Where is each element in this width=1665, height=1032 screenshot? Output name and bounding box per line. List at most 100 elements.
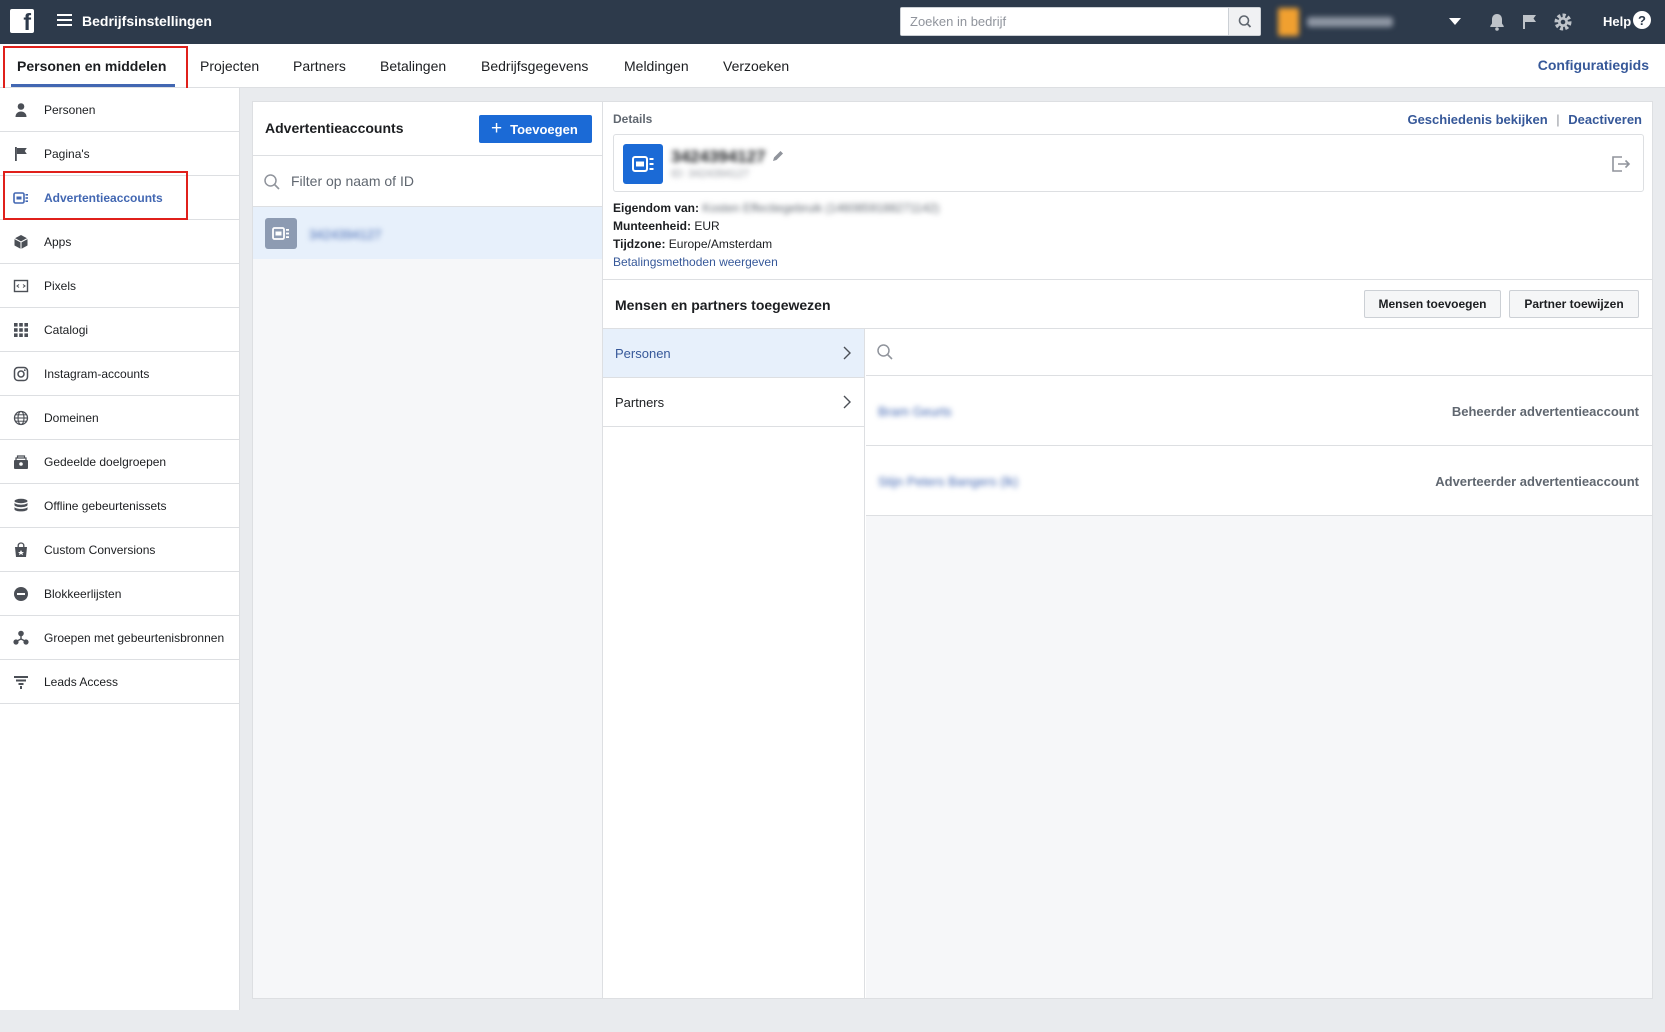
timezone-label: Tijdzone:: [613, 237, 666, 251]
search-box: [900, 7, 1261, 36]
globe-icon: [13, 410, 29, 426]
sidebar-item-label: Custom Conversions: [44, 543, 156, 557]
flag-icon[interactable]: [1520, 12, 1540, 32]
pencil-icon[interactable]: [771, 149, 785, 163]
table-row[interactable]: Stijn Peters Bangers (lk) Adverteerder a…: [866, 446, 1652, 516]
sidebar-item-groepen-met-gebeurtenisbronnen[interactable]: Groepen met gebeurtenisbronnen: [0, 616, 239, 660]
sidebar-item-pixels[interactable]: Pixels: [0, 264, 239, 308]
sidebar-item-domeinen[interactable]: Domeinen: [0, 396, 239, 440]
list-item[interactable]: 3424394127: [253, 207, 603, 259]
cube-icon: [14, 235, 28, 249]
currency-row: Munteenheid: EUR: [613, 219, 720, 233]
sidebar-item-label: Catalogi: [44, 323, 89, 337]
search-button[interactable]: [1228, 8, 1260, 35]
sidebar-item-custom-conversions[interactable]: Custom Conversions: [0, 528, 239, 572]
filter-box: [253, 156, 603, 207]
category-personen[interactable]: Personen: [603, 329, 864, 378]
menu-icon[interactable]: [57, 14, 72, 27]
accounts-panel-header: Advertentieaccounts + Toevoegen: [253, 102, 603, 156]
timezone-value: Europe/Amsterdam: [668, 237, 773, 251]
database-icon: [14, 498, 28, 512]
sidebar-item-apps[interactable]: Apps: [0, 220, 239, 264]
people-search[interactable]: [866, 329, 1652, 376]
sidebar-item-offline-gebeurtenissets[interactable]: Offline gebeurtenissets: [0, 484, 239, 528]
search-input[interactable]: [901, 8, 1231, 35]
assign-title: Mensen en partners toegewezen: [615, 297, 831, 313]
owner-label: Eigendom van:: [613, 201, 700, 215]
tab-verzoeken[interactable]: Verzoeken: [723, 58, 789, 74]
sidebar-item-label: Leads Access: [44, 675, 119, 689]
owner-row: Eigendom van: Kosten Effectiegebruik (14…: [613, 201, 939, 215]
table-row[interactable]: Bram Geurts Beheerder advertentieaccount: [866, 376, 1652, 446]
assigned-people: Bram Geurts Beheerder advertentieaccount…: [866, 329, 1652, 998]
account-number: 3424394127: [671, 147, 766, 166]
sidebar-item-paginas[interactable]: Pagina's: [0, 132, 239, 176]
chevron-down-icon[interactable]: [1449, 18, 1461, 25]
sidebar-item-label: Apps: [44, 235, 72, 249]
help-link[interactable]: Help: [1603, 14, 1631, 29]
config-guide-link[interactable]: Configuratiegids: [1538, 57, 1649, 73]
main-tabs: Personen en middelen Projecten Partners …: [0, 44, 1665, 88]
block-icon: [14, 587, 28, 601]
sidebar-item-catalogi[interactable]: Catalogi: [0, 308, 239, 352]
account-name: 3424394127: [309, 227, 382, 242]
tab-bedrijfsgegevens[interactable]: Bedrijfsgegevens: [481, 58, 588, 74]
chevron-right-icon: [843, 395, 851, 409]
funnel-icon: [14, 676, 28, 689]
add-people-button[interactable]: Mensen toevoegen: [1364, 290, 1501, 318]
history-link[interactable]: Geschiedenis bekijken: [1407, 112, 1547, 127]
search-icon: [877, 344, 893, 360]
gear-icon[interactable]: [1553, 12, 1573, 32]
business-account-switcher[interactable]: [1278, 8, 1393, 36]
bell-icon[interactable]: [1487, 12, 1507, 32]
audience-icon: [14, 455, 28, 469]
currency-value: EUR: [694, 219, 720, 233]
ad-account-icon: [623, 144, 663, 184]
payment-methods-link[interactable]: Betalingsmethoden weergeven: [613, 255, 778, 269]
sidebar: Personen Pagina's Advertentieaccounts Ap…: [0, 88, 240, 1010]
assign-categories: Personen Partners: [603, 329, 865, 998]
sidebar-item-label: Pixels: [44, 279, 77, 293]
grid-icon: [14, 323, 28, 337]
account-card: 3424394127 ID: 3424394127: [613, 134, 1644, 192]
sidebar-item-personen[interactable]: Personen: [0, 88, 239, 132]
separator: |: [1556, 112, 1560, 127]
person-name[interactable]: Bram Geurts: [878, 404, 952, 419]
highlight-box-tab: [3, 46, 188, 93]
category-partners[interactable]: Partners: [603, 378, 864, 427]
sidebar-item-leads-access[interactable]: Leads Access: [0, 660, 239, 704]
accounts-panel: Advertentieaccounts + Toevoegen 34243941…: [252, 101, 603, 999]
plus-icon: +: [491, 118, 503, 139]
tab-projecten[interactable]: Projecten: [200, 58, 259, 74]
sidebar-item-gedeelde-doelgroepen[interactable]: Gedeelde doelgroepen: [0, 440, 239, 484]
search-icon: [264, 174, 280, 190]
details-actions: Geschiedenis bekijken | Deactiveren: [1407, 112, 1642, 127]
help-icon[interactable]: ?: [1633, 11, 1651, 29]
pixel-code-icon: [13, 279, 29, 293]
exit-icon[interactable]: [1609, 153, 1631, 175]
filter-input[interactable]: [291, 169, 591, 193]
facebook-logo-icon[interactable]: f: [10, 9, 34, 33]
tab-meldingen[interactable]: Meldingen: [624, 58, 689, 74]
category-label: Partners: [615, 395, 665, 410]
person-icon: [15, 103, 27, 117]
tab-betalingen[interactable]: Betalingen: [380, 58, 446, 74]
business-avatar: [1278, 8, 1299, 36]
sidebar-item-label: Domeinen: [44, 411, 99, 425]
app-title[interactable]: Bedrijfsinstellingen: [82, 13, 212, 29]
timezone-row: Tijdzone: Europe/Amsterdam: [613, 237, 772, 251]
owner-value: Kosten Effectiegebruik (1460859188271142…: [702, 201, 940, 215]
business-name: [1306, 17, 1393, 27]
sidebar-item-blokkeerlijsten[interactable]: Blokkeerlijsten: [0, 572, 239, 616]
person-role: Adverteerder advertentieaccount: [1435, 474, 1639, 489]
tab-partners[interactable]: Partners: [293, 58, 346, 74]
sidebar-item-instagram-accounts[interactable]: Instagram-accounts: [0, 352, 239, 396]
add-account-button[interactable]: + Toevoegen: [479, 115, 592, 143]
assign-partner-button[interactable]: Partner toewijzen: [1509, 290, 1639, 318]
deactivate-link[interactable]: Deactiveren: [1568, 112, 1642, 127]
sidebar-item-label: Offline gebeurtenissets: [44, 499, 167, 513]
person-name[interactable]: Stijn Peters Bangers (lk): [878, 474, 1018, 489]
sidebar-item-label: Personen: [44, 103, 96, 117]
sidebar-item-label: Groepen met gebeurtenisbronnen: [44, 631, 225, 645]
top-bar: f Bedrijfsinstellingen Help ?: [0, 0, 1665, 44]
